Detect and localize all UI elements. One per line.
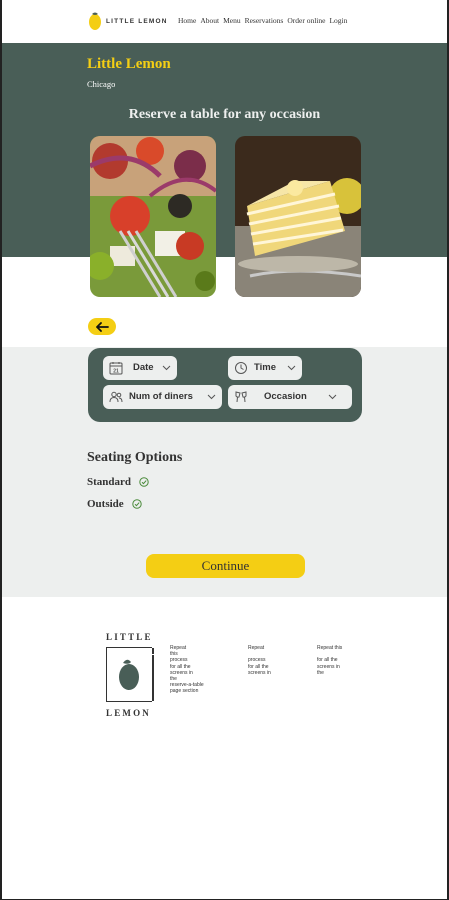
clock-icon <box>235 362 247 374</box>
back-button[interactable] <box>88 318 116 335</box>
seating-option-outside[interactable]: Outside <box>87 498 142 510</box>
footer-column-3: Repeat this for all the screens in the <box>317 645 343 676</box>
diners-select[interactable]: Num of diners <box>103 385 222 409</box>
continue-button[interactable]: Continue <box>146 554 305 578</box>
top-nav: LITTLE LEMON Home About Menu Reservation… <box>0 0 449 43</box>
chevron-down-icon <box>287 365 296 371</box>
hero-section <box>2 43 447 257</box>
seating-option-label: Outside <box>87 498 124 510</box>
calendar-icon-number: 21 <box>113 368 119 374</box>
nav-link-login[interactable]: Login <box>329 16 347 25</box>
footer-logo-bottom-text: LEMON <box>106 708 152 718</box>
calendar-icon: 21 <box>109 362 123 375</box>
hero-tagline: Reserve a table for any occasion <box>128 107 321 122</box>
lemon-logo-icon <box>89 12 101 30</box>
date-label: Date <box>133 362 154 373</box>
seating-option-label: Standard <box>87 476 132 488</box>
footer-column-1: Repeat this process for all the screens … <box>170 645 204 695</box>
chevron-down-icon <box>328 394 337 400</box>
reservation-form-card: 21 Date Time Num of diners Occasion <box>88 348 362 422</box>
time-label: Time <box>254 362 277 373</box>
occasion-select[interactable]: Occasion <box>228 385 352 409</box>
greek-salad-photo <box>90 136 216 297</box>
lemon-logo-icon <box>119 659 139 690</box>
time-select[interactable]: Time <box>228 356 302 380</box>
people-icon <box>109 391 123 403</box>
logo-text: LITTLE LEMON <box>106 17 168 25</box>
footer-column-2: Repeat process for all the screens in <box>248 645 271 676</box>
nav-links: Home About Menu Reservations Order onlin… <box>178 16 347 25</box>
lemon-cake-photo <box>235 136 361 297</box>
hero-city: Chicago <box>87 79 116 89</box>
seating-options-title: Seating Options <box>87 450 183 465</box>
check-circle-icon <box>131 499 142 509</box>
cheers-icon <box>235 391 247 403</box>
seating-option-standard[interactable]: Standard <box>87 476 149 488</box>
check-circle-icon <box>139 477 149 487</box>
hero-title: Little Lemon <box>87 56 171 72</box>
nav-link-home[interactable]: Home <box>178 16 196 25</box>
diners-label: Num of diners <box>129 391 193 402</box>
nav-link-order-online[interactable]: Order online <box>287 16 325 25</box>
nav-logo[interactable]: LITTLE LEMON <box>88 11 168 31</box>
chevron-down-icon <box>162 365 171 371</box>
footer-logo-top-text: LITTLE <box>106 632 153 642</box>
nav-link-about[interactable]: About <box>200 16 219 25</box>
arrow-left-icon <box>96 321 109 332</box>
nav-link-menu[interactable]: Menu <box>223 16 241 25</box>
nav-link-reservations[interactable]: Reservations <box>245 16 284 25</box>
date-select[interactable]: 21 Date <box>103 356 177 380</box>
chevron-down-icon <box>207 394 216 400</box>
occasion-label: Occasion <box>264 391 307 402</box>
